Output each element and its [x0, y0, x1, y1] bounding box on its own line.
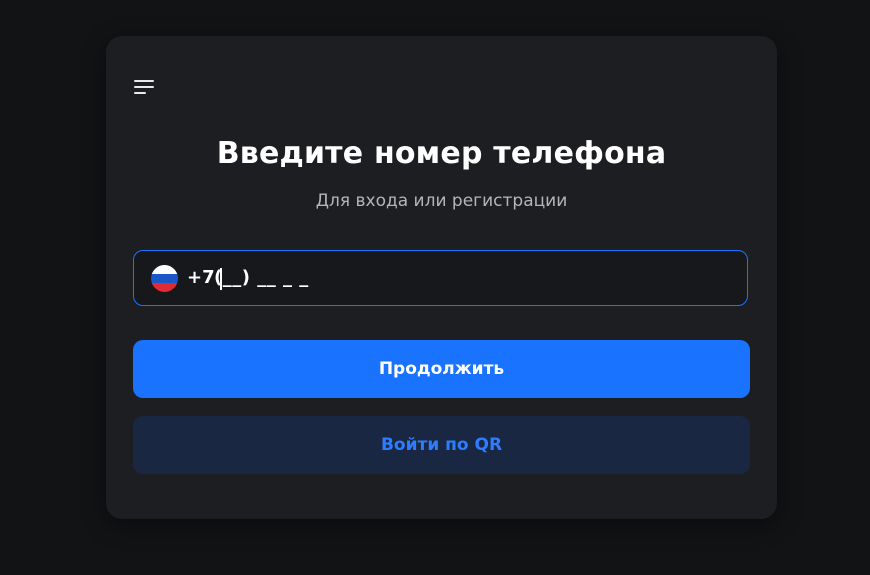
page-subtitle: Для входа или регистрации	[315, 191, 568, 211]
hamburger-line	[134, 92, 146, 94]
phone-mask: (__) __ _ _	[214, 267, 309, 288]
qr-login-button[interactable]: Войти по QR	[133, 416, 750, 474]
country-code: +7	[187, 267, 215, 288]
russia-flag-icon[interactable]	[151, 265, 178, 292]
hamburger-menu-icon	[134, 80, 154, 82]
text-caret	[220, 268, 222, 290]
continue-button[interactable]: Продолжить	[133, 340, 750, 398]
hamburger-line	[134, 86, 154, 88]
page-title: Введите номер телефона	[216, 136, 667, 171]
phone-input[interactable]: +7 (__) __ _ _	[133, 250, 748, 306]
menu-button[interactable]	[134, 78, 156, 96]
login-card: Введите номер телефона Для входа или рег…	[106, 36, 777, 519]
